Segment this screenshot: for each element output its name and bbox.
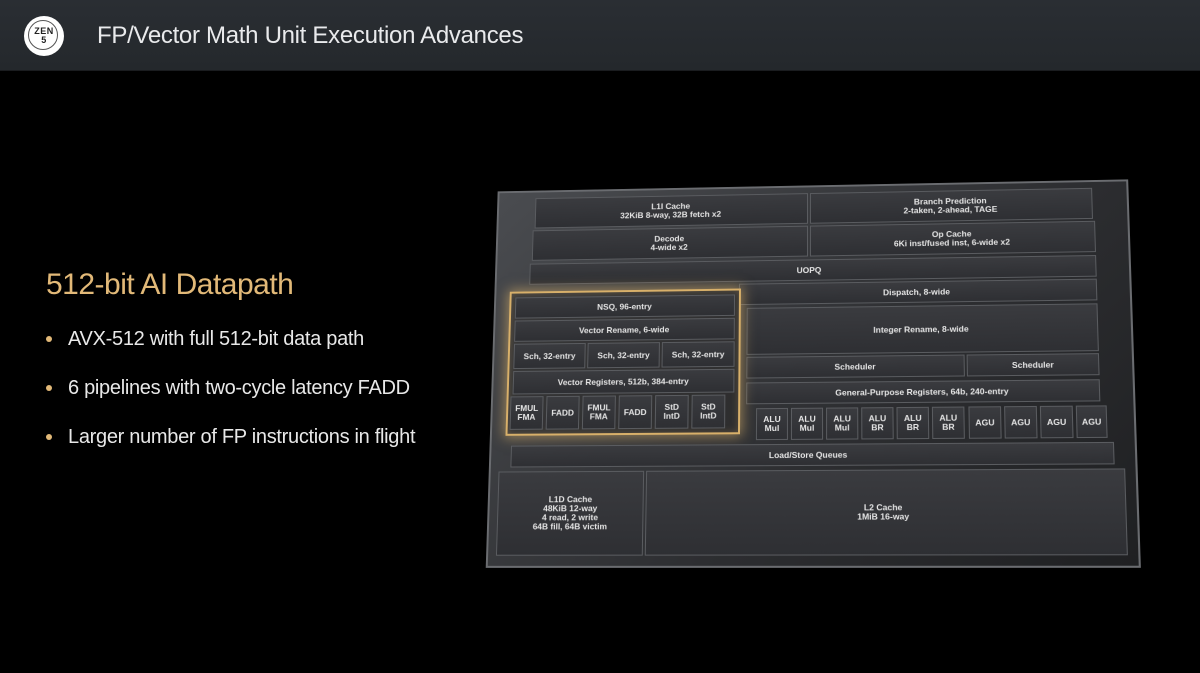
fp-unit-fmul-fma: FMUL FMA bbox=[509, 396, 544, 430]
int-unit-agu: AGU bbox=[1004, 405, 1038, 439]
bullet-dot-icon bbox=[46, 336, 52, 342]
fp-scheduler-block: Sch, 32-entry bbox=[513, 342, 586, 370]
unit-line-1: AGU bbox=[975, 416, 995, 428]
fp-unit-std-intd: StD IntD bbox=[691, 394, 726, 429]
nsq-label: NSQ, 96-entry bbox=[597, 300, 652, 312]
vector-registers-label: Vector Registers, 512b, 384-entry bbox=[557, 375, 689, 387]
fp-scheduler-label: Sch, 32-entry bbox=[523, 350, 576, 361]
feature-text: 6 pipelines with two-cycle latency FADD bbox=[68, 377, 410, 399]
l2-cache-block: L2 Cache 1MiB 16-way bbox=[644, 468, 1128, 556]
unit-line-2: IntD bbox=[663, 410, 680, 421]
agu-scheduler-label: Scheduler bbox=[1011, 359, 1054, 370]
fp-scheduler-label: Sch, 32-entry bbox=[597, 349, 650, 360]
unit-line-1: AGU bbox=[1010, 416, 1031, 427]
fp-unit-fmul-fma: FMUL FMA bbox=[581, 395, 616, 430]
unit-line-2: Mul bbox=[834, 422, 850, 433]
l2-size: 1MiB 16-way bbox=[857, 511, 910, 522]
fp-scheduler-label: Sch, 32-entry bbox=[671, 348, 725, 360]
header-bar: ZEN 5 FP/Vector Math Unit Execution Adva… bbox=[0, 0, 1200, 71]
decode-detail: 4-wide x2 bbox=[650, 242, 688, 253]
feature-item: Larger number of FP instructions in flig… bbox=[46, 423, 416, 472]
nsq-block: NSQ, 96-entry bbox=[514, 294, 736, 319]
unit-line-2: FMA bbox=[517, 411, 536, 422]
branch-detail: 2-taken, 2-ahead, TAGE bbox=[903, 204, 998, 216]
l1i-cache-block: L1I Cache 32KiB 8-way, 32B fetch x2 bbox=[534, 193, 808, 229]
int-scheduler-label: Scheduler bbox=[834, 360, 876, 372]
unit-line-1: AGU bbox=[1081, 416, 1102, 427]
zen5-logo: ZEN 5 bbox=[24, 16, 64, 56]
unit-line-2: BR bbox=[906, 421, 920, 433]
load-store-queues-block: Load/Store Queues bbox=[510, 441, 1115, 468]
int-unit-alu-br: ALU BR bbox=[861, 407, 894, 440]
feature-text: Larger number of FP instructions in flig… bbox=[68, 426, 416, 448]
unit-line-2: Mul bbox=[799, 422, 815, 433]
gpr-label: General-Purpose Registers, 64b, 240-entr… bbox=[835, 385, 1009, 398]
int-unit-alu-mul: ALU Mul bbox=[755, 407, 788, 441]
vector-registers-block: Vector Registers, 512b, 384-entry bbox=[512, 368, 735, 395]
l1d-fill: 64B fill, 64B victim bbox=[532, 521, 608, 532]
feature-item: 6 pipelines with two-cycle latency FADD bbox=[46, 374, 415, 423]
dispatch-block: Dispatch, 8-wide bbox=[738, 278, 1098, 306]
page-title: FP/Vector Math Unit Execution Advances bbox=[97, 22, 524, 49]
dispatch-label: Dispatch, 8-wide bbox=[882, 286, 951, 297]
int-scheduler-block: Scheduler bbox=[746, 354, 965, 379]
int-unit-alu-br: ALU BR bbox=[931, 406, 965, 439]
feature-list: AVX-512 with full 512-bit data path 6 pi… bbox=[46, 325, 416, 472]
fp-unit-fadd: FADD bbox=[618, 395, 653, 430]
l1d-cache-block: L1D Cache 48KiB 12-way 4 read, 2 write 6… bbox=[495, 470, 645, 556]
unit-line-1: FADD bbox=[623, 406, 647, 417]
branch-prediction-block: Branch Prediction 2-taken, 2-ahead, TAGE bbox=[809, 187, 1093, 224]
vector-rename-block: Vector Rename, 6-wide bbox=[514, 317, 735, 342]
opcache-detail: 6Ki inst/fused inst, 6-wide x2 bbox=[893, 236, 1011, 249]
unit-line-2: IntD bbox=[700, 410, 717, 421]
section-heading: 512-bit AI Datapath bbox=[46, 268, 294, 301]
unit-line-1: AGU bbox=[1046, 416, 1067, 427]
int-unit-agu: AGU bbox=[1039, 405, 1074, 439]
bullet-dot-icon bbox=[46, 385, 52, 391]
fp-unit-fadd: FADD bbox=[545, 395, 580, 430]
uopq-label: UOPQ bbox=[796, 264, 822, 275]
int-unit-alu-mul: ALU Mul bbox=[790, 407, 824, 440]
logo-ring-icon bbox=[28, 20, 58, 50]
fp-scheduler-block: Sch, 32-entry bbox=[661, 341, 735, 368]
int-unit-agu: AGU bbox=[968, 406, 1002, 439]
fp-unit-std-intd: StD IntD bbox=[654, 394, 689, 429]
int-rename-label: Integer Rename, 8-wide bbox=[873, 323, 969, 335]
unit-line-2: BR bbox=[942, 421, 955, 432]
vector-rename-label: Vector Rename, 6-wide bbox=[578, 323, 670, 335]
bullet-dot-icon bbox=[46, 434, 52, 440]
lsq-label: Load/Store Queues bbox=[768, 449, 848, 460]
unit-line-2: FMA bbox=[589, 411, 608, 422]
l1i-detail: 32KiB 8-way, 32B fetch x2 bbox=[620, 209, 722, 221]
unit-line-2: Mul bbox=[764, 422, 780, 434]
op-cache-block: Op Cache 6Ki inst/fused inst, 6-wide x2 bbox=[809, 220, 1096, 257]
fp-scheduler-block: Sch, 32-entry bbox=[587, 342, 660, 369]
decode-block: Decode 4-wide x2 bbox=[531, 225, 808, 261]
integer-rename-block: Integer Rename, 8-wide bbox=[746, 303, 1099, 355]
int-unit-alu-br: ALU BR bbox=[896, 406, 930, 440]
feature-item: AVX-512 with full 512-bit data path bbox=[46, 325, 415, 374]
die-shot: L1I Cache 32KiB 8-way, 32B fetch x2 Bran… bbox=[485, 179, 1141, 568]
unit-line-2: BR bbox=[871, 422, 884, 433]
agu-scheduler-block: Scheduler bbox=[966, 353, 1100, 377]
core-diagram: L1I Cache 32KiB 8-way, 32B fetch x2 Bran… bbox=[485, 179, 1141, 568]
unit-line-1: FADD bbox=[551, 407, 575, 418]
int-unit-alu-mul: ALU Mul bbox=[826, 407, 859, 440]
feature-text: AVX-512 with full 512-bit data path bbox=[68, 328, 364, 350]
gpr-block: General-Purpose Registers, 64b, 240-entr… bbox=[746, 379, 1101, 405]
int-unit-agu: AGU bbox=[1075, 405, 1108, 439]
